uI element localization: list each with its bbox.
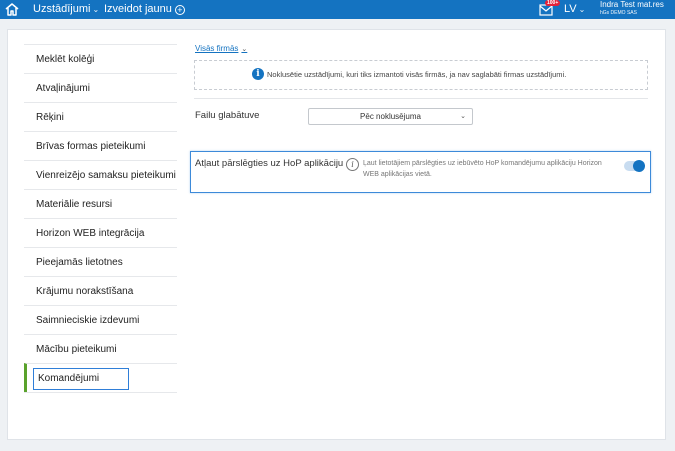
sidebar-item-business-expenses[interactable]: Saimnieciskie izdevumi [24,305,177,334]
sidebar-item-invoices[interactable]: Rēķini [24,102,177,131]
sidebar-item-label: Saimnieciskie izdevumi [36,315,140,326]
sidebar-item-label: Komandējumi [33,368,129,390]
sidebar-item-label: Atvaļinājumi [36,83,90,94]
sidebar-item-horizon-web-integration[interactable]: Horizon WEB integrācija [24,218,177,247]
info-icon: i [252,68,264,80]
hop-switch-toggle[interactable] [624,160,645,172]
chevron-down-icon: ⌄ [578,5,586,14]
sidebar-item-label: Meklēt kolēģi [36,54,95,65]
sidebar-item-label: Rēķini [36,112,64,123]
chevron-down-icon: ⌄ [460,113,466,120]
create-new-label: Izveidot jaunu [104,3,172,15]
sidebar-item-business-trips[interactable]: Komandējumi [24,363,177,392]
sidebar-item-material-resources[interactable]: Materiālie resursi [24,189,177,218]
sidebar-item-label: Materiālie resursi [36,199,113,210]
settings-menu[interactable]: Uzstādījumi ⌄ [33,3,99,16]
info-outline-icon: i [346,158,359,171]
section-divider [194,98,648,99]
sidebar-item-free-form-requests[interactable]: Brīvas formas pieteikumi [24,131,177,160]
sidebar-item-label: Brīvas formas pieteikumi [36,141,146,152]
sidebar-item-label: Pieejamās lietotnes [36,257,123,268]
file-storage-select[interactable]: Pēc noklusējuma ⌄ [308,108,473,125]
plus-circle-icon: + [174,5,185,15]
sidebar-item-label: Horizon WEB integrācija [36,228,145,239]
sidebar-item-inventory-writeoff[interactable]: Krājumu norakstīšana [24,276,177,305]
file-storage-value: Pēc noklusējuma [360,112,421,121]
chevron-down-icon: ⌄ [92,5,100,14]
home-icon[interactable] [4,2,20,17]
info-text: Noklusētie uzstādījumi, kuri tiks izmant… [267,70,567,79]
create-new-menu[interactable]: Izveidot jaunu + [104,3,185,16]
sidebar-item-available-apps[interactable]: Pieejamās lietotnes [24,247,177,276]
toggle-knob [633,160,645,172]
sidebar-item-label: Vienreizējo samaksu pieteikumi [36,170,176,181]
top-navigation-bar: Uzstādījumi ⌄ Izveidot jaunu + 100+ LV ⌄ In… [0,0,675,19]
chevron-down-icon: ⌄ [241,46,248,53]
sidebar-item-vacations[interactable]: Atvaļinājumi [24,73,177,102]
hop-switch-label: Atļaut pārslēgties uz HoP aplikāciju [195,158,344,169]
user-company: hGs DEMO SAS [600,10,637,16]
sidebar-item-label: Krājumu norakstīšana [36,286,134,297]
sidebar-item-label: Mācību pieteikumi [36,344,117,355]
hop-switch-description: Ļaut lietotājiem pārslēgties uz iebūvēto… [363,160,602,178]
scope-selector[interactable]: Visās firmās ⌄ [195,44,247,53]
sidebar-item-colleague-search[interactable]: Meklēt kolēģi [24,44,177,73]
notification-badge: 100+ [545,0,561,6]
settings-menu-label: Uzstādījumi [33,3,91,15]
scope-link-label: Visās firmās [195,44,239,53]
language-selector[interactable]: LV ⌄ [564,3,585,16]
file-storage-label: Failu glabātuve [195,110,260,121]
language-label: LV [564,3,577,15]
sidebar-item-one-time-payments[interactable]: Vienreizējo samaksu pieteikumi [24,160,177,189]
sidebar-item-training-requests[interactable]: Mācību pieteikumi [24,334,177,363]
settings-sidebar: Meklēt kolēģi Atvaļinājumi Rēķini Brīvas… [24,44,177,393]
user-name[interactable]: Indra Test mat.res [600,0,664,10]
